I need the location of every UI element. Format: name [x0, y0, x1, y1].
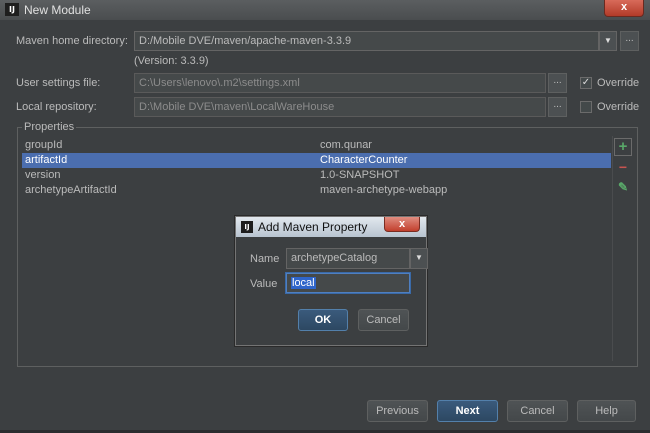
repo-override-checkbox[interactable]: [580, 101, 592, 113]
local-repository-label: Local repository:: [16, 101, 97, 113]
settings-override-label: Override: [597, 77, 640, 89]
dialog-title: Add Maven Property: [258, 220, 368, 234]
properties-title: Properties: [22, 121, 77, 133]
dialog-close-button[interactable]: x: [384, 217, 420, 232]
property-value: 1.0-SNAPSHOT: [320, 169, 400, 181]
table-row-selected[interactable]: artifactId CharacterCounter: [22, 153, 611, 168]
dialog-name-label: Name: [250, 253, 280, 265]
remove-property-icon[interactable]: −: [614, 158, 632, 176]
table-row[interactable]: groupId com.qunar: [22, 138, 611, 153]
name-dropdown-arrow-icon[interactable]: ▼: [410, 248, 428, 269]
property-key: artifactId: [25, 154, 68, 166]
dialog-value-label: Value: [250, 278, 278, 290]
property-value: CharacterCounter: [320, 154, 408, 166]
settings-override-checkbox[interactable]: ✓: [580, 77, 592, 89]
local-repository-browse-button[interactable]: ...: [548, 97, 567, 117]
next-button[interactable]: Next: [437, 400, 498, 422]
user-settings-label: User settings file:: [16, 77, 101, 89]
edit-property-icon[interactable]: ✎: [614, 178, 632, 196]
table-row[interactable]: version 1.0-SNAPSHOT: [22, 168, 611, 183]
cancel-button[interactable]: Cancel: [507, 400, 568, 422]
maven-home-browse-button[interactable]: ...: [620, 31, 639, 51]
property-value: maven-archetype-webapp: [320, 184, 448, 196]
user-settings-field[interactable]: C:\Users\lenovo\.m2\settings.xml: [134, 73, 546, 93]
window-titlebar: IJ New Module x: [0, 0, 650, 20]
add-property-icon[interactable]: +: [614, 138, 632, 156]
window-title: New Module: [24, 3, 91, 17]
property-name-combobox[interactable]: archetypeCatalog: [286, 248, 410, 269]
intellij-app-icon: IJ: [241, 221, 253, 233]
property-key: groupId: [25, 139, 63, 151]
add-maven-property-dialog: IJ Add Maven Property x Name archetypeCa…: [235, 216, 428, 346]
property-value-input[interactable]: local: [286, 273, 410, 293]
previous-button[interactable]: Previous: [367, 400, 428, 422]
dialog-cancel-button[interactable]: Cancel: [358, 309, 409, 331]
dialog-ok-button[interactable]: OK: [298, 309, 348, 331]
table-row[interactable]: archetypeArtifactId maven-archetype-weba…: [22, 183, 611, 198]
selected-value-text: local: [291, 277, 316, 289]
property-key: version: [25, 169, 61, 181]
help-button[interactable]: Help: [577, 400, 636, 422]
intellij-app-icon: IJ: [5, 3, 19, 16]
maven-version-text: (Version: 3.3.9): [134, 55, 209, 67]
user-settings-browse-button[interactable]: ...: [548, 73, 567, 93]
maven-home-label: Maven home directory:: [16, 35, 128, 47]
maven-home-combobox[interactable]: D:/Mobile DVE/maven/apache-maven-3.3.9: [134, 31, 599, 51]
maven-home-dropdown-arrow-icon[interactable]: ▼: [599, 31, 617, 51]
window-close-button[interactable]: x: [604, 0, 644, 17]
property-key: archetypeArtifactId: [25, 184, 117, 196]
local-repository-field[interactable]: D:\Mobile DVE\maven\LocalWareHouse: [134, 97, 546, 117]
property-value: com.qunar: [320, 139, 372, 151]
repo-override-label: Override: [597, 101, 640, 113]
